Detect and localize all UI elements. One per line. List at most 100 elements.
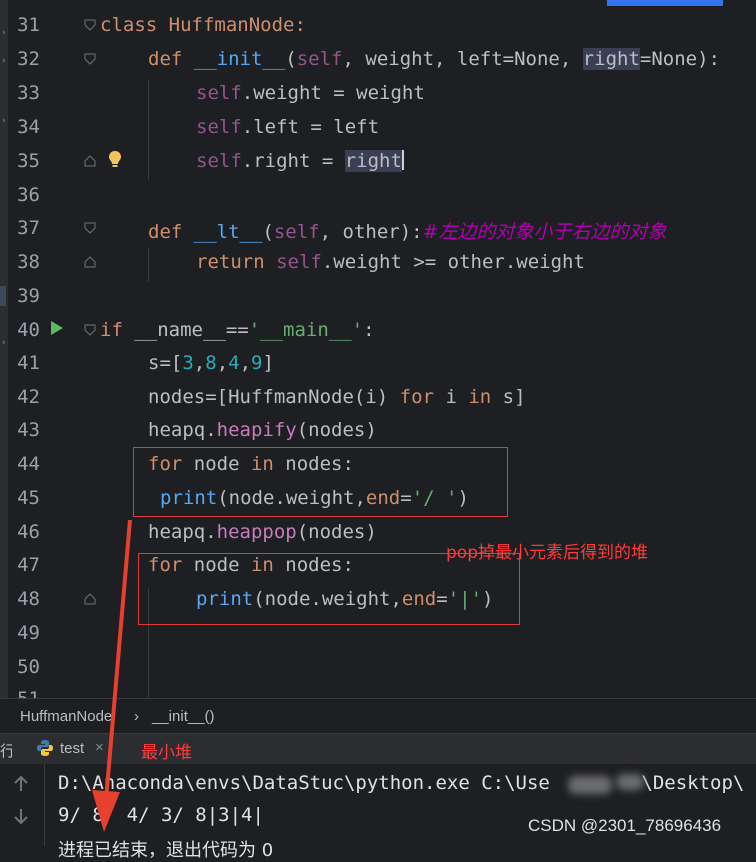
annotation-box-initial-heap — [133, 447, 508, 517]
breadcrumb-method[interactable]: __init__() — [152, 708, 215, 725]
keyword: class — [100, 14, 169, 36]
line-number: 44 — [17, 453, 40, 475]
run-panel-label: 行: — [0, 743, 12, 760]
line-number: 38 — [17, 251, 40, 273]
class-name: HuffmanNode: — [168, 14, 306, 36]
console-toolbar — [0, 764, 45, 846]
text-caret — [401, 150, 404, 170]
code-text: ] — [262, 352, 274, 374]
line-number: 51 — [0, 688, 40, 698]
code-line-32: def __init__(self, weight, left=None, ri… — [148, 48, 720, 70]
line-number: 31 — [17, 14, 40, 36]
line-number: 36 — [17, 184, 40, 206]
code-text: , — [239, 352, 252, 374]
code-line-37: def __lt__(self, other):#左边的对象小于右边的对象 — [148, 217, 667, 244]
method-call: heappop — [216, 521, 297, 543]
keyword: def — [148, 221, 194, 243]
line-number: 39 — [17, 285, 40, 307]
console-line-exit: 进程已结束，退出代码为 0 — [58, 840, 274, 861]
function-name: __lt__ — [193, 221, 263, 243]
annotation-min-heap: 最小堆 — [141, 743, 192, 763]
string-literal: '__main__' — [248, 319, 364, 341]
fold-open-icon[interactable] — [84, 324, 96, 336]
code-text: __name__== — [134, 319, 249, 341]
code-line-33: self.weight = weight — [196, 82, 425, 104]
code-line-41: s=[3,8,4,9] — [148, 352, 274, 374]
code-text: heapq. — [148, 419, 217, 441]
code-text: =None): — [639, 48, 720, 70]
line-number: 33 — [17, 82, 40, 104]
code-text: i — [434, 386, 469, 408]
code-line-46: heapq.heappop(nodes) — [148, 521, 377, 543]
self-token: self — [276, 251, 322, 273]
highlighted-token: right — [582, 48, 640, 70]
arrow-up-icon[interactable] — [14, 776, 28, 792]
number-literal: 8 — [205, 352, 217, 374]
breadcrumb-class[interactable]: HuffmanNode — [20, 708, 112, 725]
run-arrow-icon[interactable] — [50, 320, 64, 336]
line-number: 50 — [17, 656, 40, 678]
number-literal: 4 — [228, 352, 240, 374]
scrollbar-thumb[interactable] — [607, 0, 723, 6]
code-text: ( — [285, 48, 297, 70]
code-line-43: heapq.heapify(nodes) — [148, 419, 377, 441]
tab-test[interactable]: test — [60, 740, 84, 757]
fold-open-icon[interactable] — [84, 53, 96, 65]
line-number: 40 — [17, 319, 40, 341]
code-text: (nodes) — [296, 521, 377, 543]
line-number: 41 — [17, 352, 40, 374]
annotation-box-popped-heap — [138, 553, 520, 625]
number-literal: 9 — [251, 352, 263, 374]
tab-close-icon[interactable]: × — [95, 739, 104, 756]
code-text: .weight >= other.weight — [321, 251, 585, 273]
fold-close-icon[interactable] — [84, 256, 96, 268]
arrow-down-icon[interactable] — [14, 808, 28, 824]
fold-open-icon[interactable] — [84, 222, 96, 234]
self-token: self — [273, 221, 320, 243]
line-number: 35 — [17, 150, 40, 172]
highlighted-token: right — [344, 150, 402, 172]
code-comment: #左边的对象小于右边的对象 — [422, 221, 667, 243]
fold-close-icon[interactable] — [84, 155, 96, 167]
console-line-output: 9/ 8/ 4/ 3/ 8|3|4| — [58, 804, 264, 826]
line-number: 47 — [17, 554, 40, 576]
code-text: s=[ — [148, 352, 183, 374]
code-text: , weight, left=None, — [342, 48, 583, 70]
lightbulb-icon[interactable] — [108, 150, 122, 168]
self-token: self — [296, 48, 343, 70]
code-line-34: self.left = left — [196, 116, 379, 138]
line-number: 37 — [17, 217, 40, 239]
code-text: ( — [262, 221, 274, 243]
code-line-35: self.right = right — [196, 150, 404, 172]
code-text: (nodes) — [296, 419, 377, 441]
redaction-blur — [616, 774, 644, 790]
python-icon — [37, 740, 53, 756]
code-text: .right = — [241, 150, 345, 172]
fold-open-icon[interactable] — [84, 19, 96, 31]
line-number: 42 — [17, 386, 40, 408]
redaction-blur — [568, 776, 612, 794]
function-name: __init__ — [193, 48, 286, 70]
code-text: , — [216, 352, 229, 374]
code-text: .left = left — [241, 116, 380, 138]
self-token: self — [196, 150, 242, 172]
code-line-42: nodes=[HuffmanNode(i) for i in s] — [148, 386, 526, 408]
line-number: 49 — [17, 622, 40, 644]
code-text: , other): — [319, 221, 423, 243]
code-text: s] — [491, 386, 526, 408]
breadcrumb: HuffmanNode › __init__() — [0, 698, 756, 733]
breadcrumb-separator: › — [134, 708, 139, 725]
fold-close-icon[interactable] — [84, 593, 96, 605]
code-line-38: return self.weight >= other.weight — [196, 251, 585, 273]
indent-guide — [148, 248, 149, 282]
line-number: 32 — [17, 48, 40, 70]
code-line-40: if __name__=='__main__': — [100, 319, 375, 341]
csdn-watermark: CSDN @2301_78696436 — [528, 816, 722, 835]
number-literal: 3 — [182, 352, 194, 374]
code-line-31: class HuffmanNode: — [100, 14, 306, 36]
keyword: return — [196, 251, 277, 273]
line-number: 43 — [17, 419, 40, 441]
code-editor[interactable]: › › › › 31 32 33 34 35 36 37 38 39 40 41… — [0, 0, 756, 698]
line-number: 34 — [17, 116, 40, 138]
self-token: self — [196, 82, 242, 104]
